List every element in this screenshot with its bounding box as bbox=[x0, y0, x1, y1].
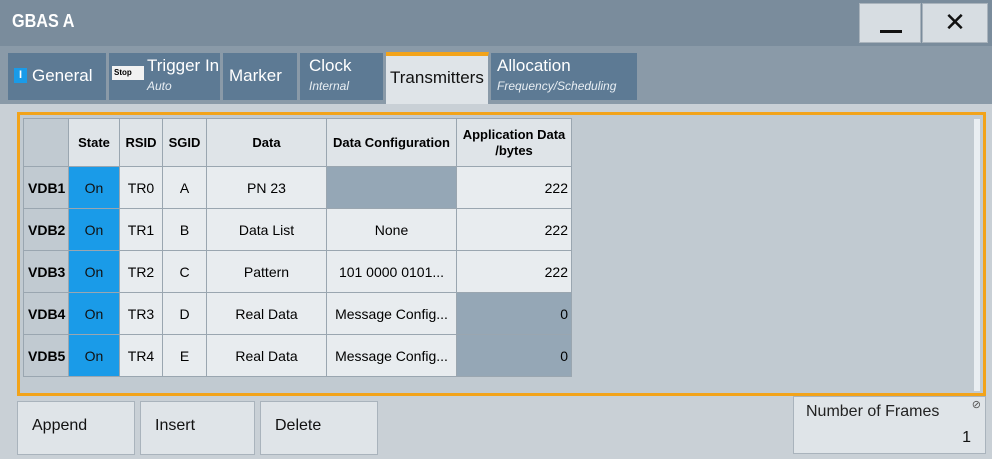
header-data-configuration: Data Configuration bbox=[326, 118, 457, 167]
number-of-frames-field[interactable]: Number of Frames ⊘ 1 bbox=[793, 396, 986, 454]
sgid-cell[interactable]: C bbox=[162, 250, 207, 293]
table-row[interactable]: VDB1 On TR0 A PN 23 222 bbox=[23, 166, 572, 209]
application-data-cell: 0 bbox=[456, 334, 572, 377]
stop-icon: Stop bbox=[112, 66, 144, 80]
header-rsid: RSID bbox=[119, 118, 163, 167]
row-header: VDB4 bbox=[23, 292, 69, 335]
table-row[interactable]: VDB5 On TR4 E Real Data Message Config..… bbox=[23, 334, 572, 377]
window-title: GBAS A bbox=[12, 11, 75, 31]
application-data-cell: 0 bbox=[456, 292, 572, 335]
tab-label: Trigger In bbox=[147, 56, 220, 75]
tab-transmitters[interactable]: Transmitters bbox=[386, 52, 489, 104]
state-cell[interactable]: On bbox=[68, 208, 120, 251]
data-configuration-cell[interactable]: 101 0000 0101... bbox=[326, 250, 457, 293]
sgid-cell[interactable]: A bbox=[162, 166, 207, 209]
rsid-cell[interactable]: TR0 bbox=[119, 166, 163, 209]
table-row[interactable]: VDB2 On TR1 B Data List None 222 bbox=[23, 208, 572, 251]
state-cell[interactable]: On bbox=[68, 334, 120, 377]
tab-general[interactable]: I General bbox=[8, 53, 107, 100]
row-header: VDB1 bbox=[23, 166, 69, 209]
tab-sublabel: Internal bbox=[309, 79, 350, 93]
rsid-cell[interactable]: TR3 bbox=[119, 292, 163, 335]
header-state: State bbox=[68, 118, 120, 167]
number-of-frames-label: Number of Frames bbox=[806, 403, 940, 420]
state-cell[interactable]: On bbox=[68, 166, 120, 209]
insert-button-label: Insert bbox=[155, 417, 196, 434]
header-corner bbox=[23, 118, 69, 167]
tab-marker[interactable]: Marker bbox=[223, 53, 298, 100]
tab-sublabel: Auto bbox=[147, 79, 172, 93]
number-of-frames-value: 1 bbox=[962, 429, 971, 446]
state-cell[interactable]: On bbox=[68, 250, 120, 293]
data-cell[interactable]: PN 23 bbox=[206, 166, 327, 209]
readonly-mark-icon: ⊘ bbox=[971, 399, 981, 411]
tab-label: Allocation bbox=[497, 56, 571, 75]
append-button[interactable]: Append bbox=[17, 401, 135, 455]
data-cell[interactable]: Data List bbox=[206, 208, 327, 251]
row-header: VDB5 bbox=[23, 334, 69, 377]
sgid-cell[interactable]: B bbox=[162, 208, 207, 251]
append-button-label: Append bbox=[32, 417, 88, 434]
tab-strip: I General Stop Trigger In Auto Marker Cl… bbox=[0, 46, 992, 104]
table-header-row: State RSID SGID Data Data Configuration … bbox=[23, 118, 572, 167]
vertical-scrollbar[interactable] bbox=[974, 119, 980, 391]
close-icon: ✕ bbox=[944, 8, 966, 38]
tab-label: Clock bbox=[309, 56, 352, 75]
table-row[interactable]: VDB3 On TR2 C Pattern 101 0000 0101... 2… bbox=[23, 250, 572, 293]
insert-button[interactable]: Insert bbox=[140, 401, 255, 455]
data-cell[interactable]: Real Data bbox=[206, 334, 327, 377]
application-data-cell[interactable]: 222 bbox=[456, 208, 572, 251]
data-configuration-cell[interactable]: None bbox=[326, 208, 457, 251]
data-configuration-cell[interactable]: Message Config... bbox=[326, 292, 457, 335]
sgid-cell[interactable]: E bbox=[162, 334, 207, 377]
delete-button[interactable]: Delete bbox=[260, 401, 378, 455]
tab-trigger-in[interactable]: Stop Trigger In Auto bbox=[109, 53, 221, 100]
rsid-cell[interactable]: TR2 bbox=[119, 250, 163, 293]
info-icon: I bbox=[14, 68, 27, 83]
tab-sublabel: Frequency/Scheduling bbox=[497, 79, 617, 93]
rsid-cell[interactable]: TR1 bbox=[119, 208, 163, 251]
title-bar: GBAS A ✕ bbox=[0, 0, 992, 46]
tab-label: Transmitters bbox=[390, 68, 484, 87]
table-row[interactable]: VDB4 On TR3 D Real Data Message Config..… bbox=[23, 292, 572, 335]
state-cell[interactable]: On bbox=[68, 292, 120, 335]
sgid-cell[interactable]: D bbox=[162, 292, 207, 335]
close-button[interactable]: ✕ bbox=[922, 3, 988, 43]
minimize-icon bbox=[880, 30, 902, 33]
tab-label: General bbox=[32, 66, 93, 85]
row-header: VDB2 bbox=[23, 208, 69, 251]
tab-allocation[interactable]: Allocation Frequency/Scheduling bbox=[491, 53, 638, 100]
delete-button-label: Delete bbox=[275, 417, 322, 434]
application-data-cell[interactable]: 222 bbox=[456, 166, 572, 209]
transmitter-table-panel: State RSID SGID Data Data Configuration … bbox=[17, 112, 986, 396]
minimize-button[interactable] bbox=[859, 3, 921, 43]
data-cell[interactable]: Real Data bbox=[206, 292, 327, 335]
application-data-cell[interactable]: 222 bbox=[456, 250, 572, 293]
tab-clock[interactable]: Clock Internal bbox=[300, 53, 384, 100]
header-application-data: Application Data /bytes bbox=[456, 118, 572, 167]
data-configuration-cell bbox=[326, 166, 457, 209]
rsid-cell[interactable]: TR4 bbox=[119, 334, 163, 377]
data-cell[interactable]: Pattern bbox=[206, 250, 327, 293]
row-header: VDB3 bbox=[23, 250, 69, 293]
header-data: Data bbox=[206, 118, 327, 167]
header-sgid: SGID bbox=[162, 118, 207, 167]
data-configuration-cell[interactable]: Message Config... bbox=[326, 334, 457, 377]
transmitter-table: State RSID SGID Data Data Configuration … bbox=[23, 118, 572, 377]
tab-label: Marker bbox=[229, 66, 282, 85]
